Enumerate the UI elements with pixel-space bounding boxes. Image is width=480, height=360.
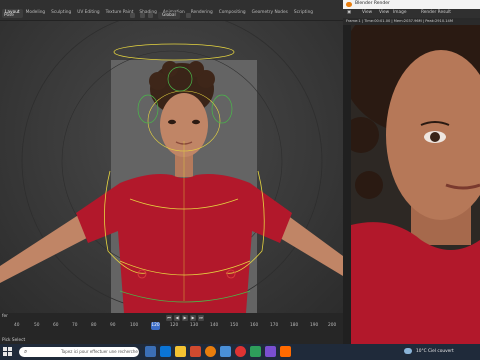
firefox-icon[interactable] <box>280 346 291 357</box>
snap-icon[interactable] <box>140 13 145 18</box>
timeline[interactable]: fer ⏮ ◀ ▶ ▶ ⏭ 40 50 60 70 80 90 100 120 … <box>0 313 343 344</box>
weather-text[interactable]: 10°C Ciel couvert <box>416 349 454 354</box>
edge-icon[interactable] <box>160 346 171 357</box>
frame-tick: 50 <box>34 323 40 328</box>
frame-tick: 70 <box>72 323 78 328</box>
rendered-portrait <box>351 25 480 344</box>
render-slot-dropdown[interactable]: Render Result <box>421 10 451 15</box>
current-frame-indicator[interactable]: 120 <box>151 322 160 330</box>
menu-view-2[interactable]: View <box>379 10 389 15</box>
frame-tick: 190 <box>310 323 319 328</box>
step-forward-icon[interactable]: ▶ <box>190 315 196 321</box>
pivot-icon[interactable] <box>130 13 135 18</box>
step-back-icon[interactable]: ◀ <box>174 315 180 321</box>
tab-geometry-nodes[interactable]: Geometry Nodes <box>249 9 291 18</box>
frame-tick: 200 <box>328 323 337 328</box>
frame-tick: 140 <box>210 323 219 328</box>
frame-tick: 100 <box>130 323 139 328</box>
proportional-icon[interactable] <box>186 13 191 18</box>
task-view-icon[interactable] <box>145 346 156 357</box>
search-placeholder: Tapez ici pour effectuer une recherche <box>61 349 138 354</box>
play-icon[interactable]: ▶ <box>182 315 188 321</box>
app-icon-2[interactable] <box>265 346 276 357</box>
character-rig-scene <box>0 21 343 313</box>
mode-selector[interactable]: Pose <box>4 13 14 18</box>
blender-window: Layout Modeling Sculpting UV Editing Tex… <box>0 0 343 344</box>
frame-tick: 130 <box>190 323 199 328</box>
file-explorer-icon[interactable] <box>175 346 186 357</box>
tab-uv-editing[interactable]: UV Editing <box>74 9 102 18</box>
chrome-icon[interactable] <box>235 346 246 357</box>
jump-start-icon[interactable]: ⏮ <box>166 315 172 321</box>
jump-end-icon[interactable]: ⏭ <box>198 315 204 321</box>
tab-compositing[interactable]: Compositing <box>216 9 249 18</box>
blender-logo-icon <box>346 2 352 7</box>
frame-tick: 180 <box>290 323 299 328</box>
frame-tick: 60 <box>53 323 59 328</box>
frame-tick: 170 <box>270 323 279 328</box>
orientation-dropdown[interactable]: Global <box>158 12 180 19</box>
editor-type-icon[interactable]: ▣ <box>347 10 351 15</box>
tab-rendering[interactable]: Rendering <box>188 9 216 18</box>
tab-modeling[interactable]: Modeling <box>23 9 49 18</box>
blender-taskbar-icon[interactable] <box>205 346 216 357</box>
tab-sculpting[interactable]: Sculpting <box>48 9 74 18</box>
render-window: Blender Render ▣ View View Image Render … <box>343 0 480 344</box>
status-text: Pick Select <box>2 338 26 343</box>
menu-view[interactable]: View <box>362 10 372 15</box>
weather-cloud-icon[interactable] <box>404 348 412 354</box>
windows-start-icon[interactable] <box>3 347 12 356</box>
frame-tick: 160 <box>250 323 259 328</box>
menu-image[interactable]: Image <box>393 10 406 15</box>
frame-tick: 150 <box>230 323 239 328</box>
render-info-text: Frame:1 | Time:00:01.00 | Mem:2037.96M |… <box>346 19 453 23</box>
timeline-label: fer <box>2 314 8 319</box>
frame-tick: 120 <box>170 323 179 328</box>
search-icon: ⌕ <box>24 348 28 355</box>
frame-tick: 90 <box>110 323 116 328</box>
app-icon[interactable] <box>220 346 231 357</box>
transform-icon[interactable] <box>148 13 153 18</box>
tab-scripting[interactable]: Scripting <box>291 9 316 18</box>
office-icon[interactable] <box>190 346 201 357</box>
render-window-title: Blender Render <box>355 1 390 6</box>
render-result-image[interactable] <box>351 25 480 344</box>
frame-tick: 80 <box>91 323 97 328</box>
3d-viewport[interactable] <box>0 21 343 313</box>
frame-tick: 40 <box>14 323 20 328</box>
store-icon[interactable] <box>250 346 261 357</box>
playback-controls: ⏮ ◀ ▶ ▶ ⏭ <box>166 315 204 321</box>
